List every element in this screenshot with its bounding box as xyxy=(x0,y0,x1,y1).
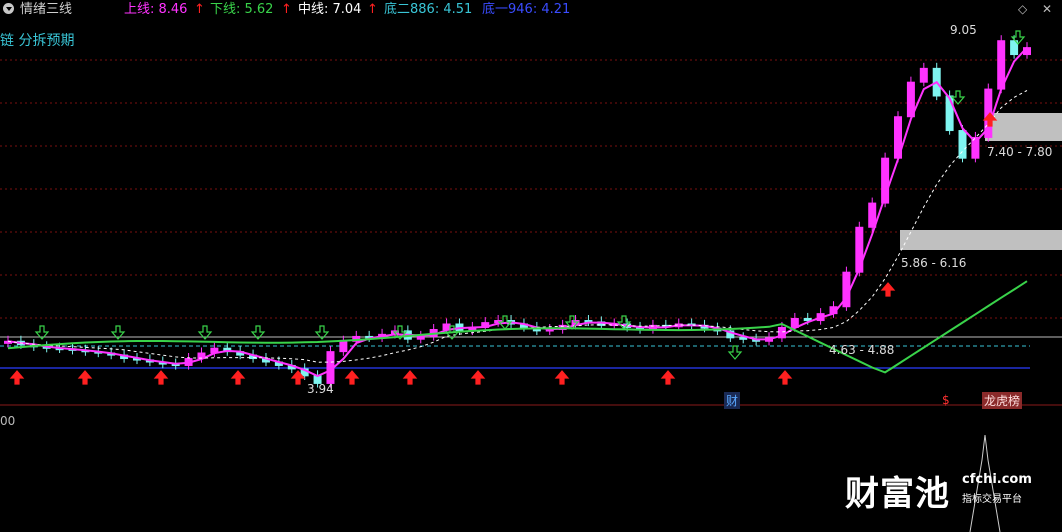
brand-site: cfchi.com xyxy=(962,472,1032,487)
finance-event-tag[interactable]: 财 xyxy=(724,392,741,409)
candle-bull xyxy=(868,202,877,228)
buy-arrow-icon xyxy=(880,282,896,297)
candle-bear xyxy=(958,130,967,159)
up-arrow-icon: ↑ xyxy=(194,2,205,17)
sell-arrow-icon xyxy=(727,345,743,360)
buy-arrow-icon xyxy=(344,370,360,385)
buy-arrow-icon xyxy=(230,370,246,385)
low-price-label: 3.94 xyxy=(307,382,334,396)
buy-arrow-icon xyxy=(777,370,793,385)
up-arrow-icon: ↑ xyxy=(367,2,378,17)
high-price-label: 9.05 xyxy=(950,23,977,37)
close-icon[interactable]: ✕ xyxy=(1042,2,1052,16)
buy-arrow-icon xyxy=(660,370,676,385)
brand-tagline: 指标交易平台 xyxy=(962,494,1022,505)
sub-axis-label: 00 xyxy=(0,414,16,428)
candle-bull xyxy=(855,226,864,273)
candles xyxy=(4,35,1031,388)
candle-bull xyxy=(416,335,425,340)
buy-arrow-icon xyxy=(77,370,93,385)
dragon-tiger-tag[interactable]: 龙虎榜 xyxy=(982,392,1023,409)
dollar-event-tag[interactable]: $ xyxy=(942,393,950,407)
up-arrow-icon: ↑ xyxy=(281,2,292,17)
menu-dropdown-icon[interactable] xyxy=(3,3,14,14)
candle-bear xyxy=(739,337,748,340)
brand-logo: 财富池 xyxy=(845,474,950,514)
buy-arrow-icon xyxy=(554,370,570,385)
candle-bull xyxy=(919,67,928,83)
down-line-value: 下线: 5.62 xyxy=(210,2,274,17)
buy-arrow-icon xyxy=(402,370,418,385)
bottom2-value: 底二886: 4.51 xyxy=(384,2,473,17)
buy-arrow-icon xyxy=(9,370,25,385)
buy-arrow-icon xyxy=(153,370,169,385)
candle-bear xyxy=(803,317,812,322)
zone-box-upper xyxy=(985,113,1062,141)
sell-arrow-icon xyxy=(950,90,966,105)
zone-mid-label: 5.86 - 6.16 xyxy=(901,256,967,270)
mid-line-value: 中线: 7.04 xyxy=(298,2,362,17)
candle-bull xyxy=(339,340,348,353)
indicator-title: 情绪三线 xyxy=(20,2,73,17)
zone-box-lower xyxy=(900,230,1062,250)
buy-arrow-icon xyxy=(470,370,486,385)
zone-top-label: 7.40 - 7.80 xyxy=(987,145,1053,159)
zone-low-label: 4.63 - 4.88 xyxy=(829,343,895,357)
concept-subtitle: 链 分拆预期 xyxy=(0,33,75,49)
diamond-icon[interactable]: ◇ xyxy=(1018,2,1027,16)
bottom1-value: 底一946: 4.21 xyxy=(482,2,571,17)
price-zones xyxy=(900,113,1062,250)
up-line-value: 上线: 8.46 xyxy=(124,2,188,17)
candle-bear xyxy=(945,95,954,132)
